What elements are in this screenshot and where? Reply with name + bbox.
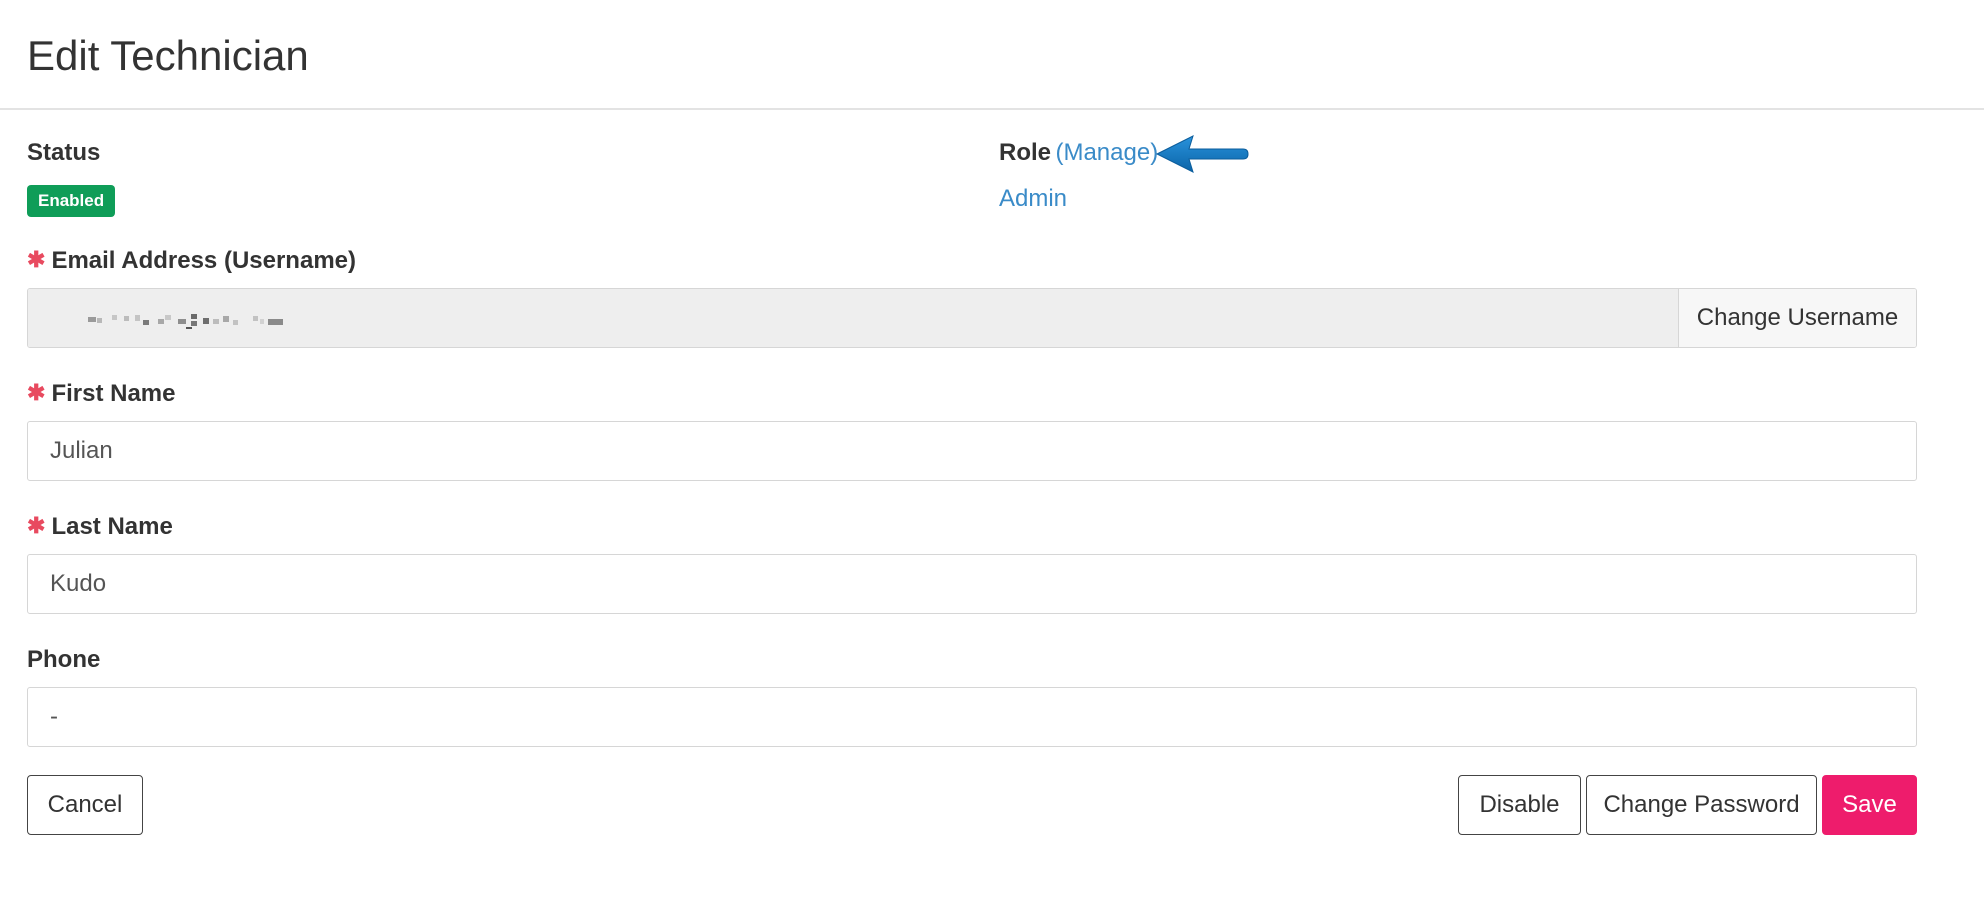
status-label: Status [27, 139, 101, 166]
page-header: Edit Technician [0, 0, 1984, 110]
edit-technician-page: Edit Technician Status Enabled Role (Man… [0, 0, 1984, 902]
email-field[interactable] [28, 289, 1679, 347]
first-name-label: ✱ First Name [27, 379, 175, 409]
last-name-input[interactable]: Kudo [27, 554, 1917, 614]
last-name-label: ✱ Last Name [27, 512, 173, 542]
required-asterisk-icon: ✱ [27, 513, 46, 538]
email-label: ✱ Email Address (Username) [27, 246, 356, 276]
required-asterisk-icon: ✱ [27, 380, 46, 405]
email-label-text: Email Address (Username) [51, 247, 356, 274]
redacted-email-pixels [88, 314, 283, 329]
manage-role-link[interactable]: (Manage) [1055, 139, 1158, 166]
phone-input[interactable]: - [27, 687, 1917, 747]
role-label: Role [999, 139, 1052, 166]
page-title: Edit Technician [27, 32, 309, 79]
disable-button[interactable]: Disable [1458, 775, 1581, 835]
first-name-label-text: First Name [51, 380, 176, 407]
first-name-input[interactable]: Julian [27, 421, 1917, 481]
cancel-button[interactable]: Cancel [27, 775, 143, 835]
change-username-button[interactable]: Change Username [1679, 289, 1916, 347]
phone-label: Phone [27, 646, 101, 673]
change-password-button[interactable]: Change Password [1586, 775, 1817, 835]
role-header: Role (Manage) [999, 138, 1158, 168]
email-input-group: Change Username [27, 288, 1917, 348]
save-button[interactable]: Save [1822, 775, 1917, 835]
role-value-link[interactable]: Admin [999, 184, 1067, 214]
last-name-label-text: Last Name [51, 513, 173, 540]
status-badge: Enabled [27, 185, 116, 217]
annotation-arrow-icon [1155, 135, 1249, 173]
required-asterisk-icon: ✱ [27, 247, 46, 272]
